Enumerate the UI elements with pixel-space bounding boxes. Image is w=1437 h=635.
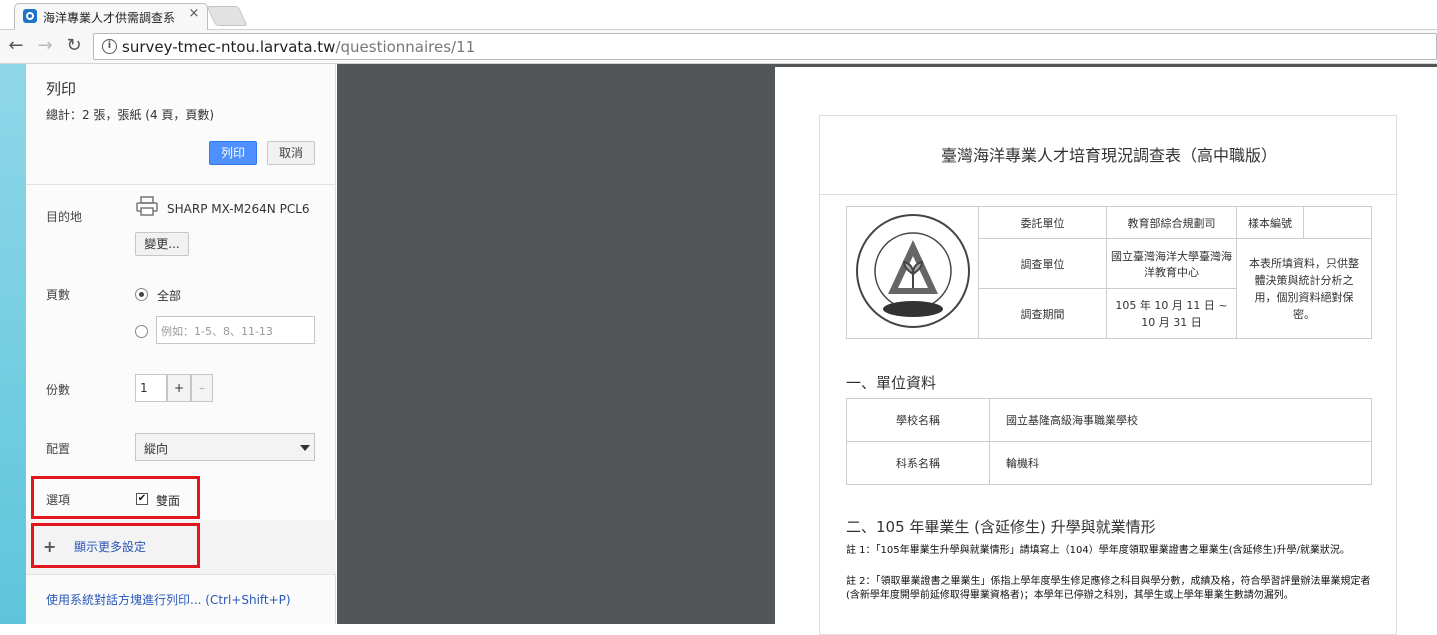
pages-label: 頁數: [46, 288, 71, 302]
print-summary: 總計：2 張，張紙 (4 頁，頁數): [46, 108, 215, 122]
divider: [26, 184, 336, 185]
commission-label: 委託單位: [978, 206, 1107, 239]
tab-title: 海洋專業人才供需調查系: [43, 11, 176, 25]
more-settings-link[interactable]: 顯示更多設定: [74, 538, 146, 555]
layout-value: 縱向: [144, 442, 169, 456]
back-arrow-icon[interactable]: ←: [5, 35, 27, 57]
pages-all-label: 全部: [157, 289, 182, 303]
options-label: 選項: [46, 493, 71, 507]
pages-range-input[interactable]: 例如：1-5、8、11-13: [156, 316, 315, 344]
duplex-checkbox[interactable]: ✔: [136, 493, 148, 505]
survey-document: 臺灣海洋專業人才培育現況調查表（高中職版） 委託單位 教育部綜合規劃司 樣本編號…: [819, 115, 1398, 635]
preview-page: 臺灣海洋專業人才培育現況調查表（高中職版） 委託單位 教育部綜合規劃司 樣本編號…: [775, 67, 1437, 635]
note-2: 註 2：「領取畢業證書之畢業生」係指上學年度學生修足應修之科目與學分數，成績及格…: [846, 576, 1371, 601]
school-label: 學校名稱: [846, 398, 990, 442]
plus-icon: +: [43, 537, 57, 556]
layout-select[interactable]: 縱向: [135, 433, 315, 461]
copies-decrement-button[interactable]: –: [191, 374, 213, 402]
commission-value: 教育部綜合規劃司: [1106, 206, 1237, 239]
info-icon[interactable]: i: [102, 39, 117, 54]
document-title: 臺灣海洋專業人才培育現況調查表（高中職版）: [940, 146, 1277, 165]
survey-unit-label: 調查單位: [978, 238, 1107, 289]
survey-unit-value: 國立臺灣海洋大學臺灣海洋教育中心: [1106, 238, 1237, 289]
change-destination-button[interactable]: 變更...: [135, 232, 189, 256]
divider: [820, 194, 1398, 195]
url-host: survey-tmec-ntou.larvata.tw: [122, 38, 336, 56]
school-value: 國立基隆高級海事職業學校: [989, 398, 1372, 442]
site-favicon-icon: [23, 9, 37, 23]
note-1: 註 1：「105年畢業生升學與就業情形」請填寫上（104）學年度領取畢業證書之畢…: [846, 545, 1350, 556]
tab-strip: 海洋專業人才供需調查系 ×: [0, 0, 1437, 30]
period-value: 105 年 10 月 11 日 ~ 10 月 31 日: [1106, 288, 1237, 339]
sample-value: [1303, 206, 1372, 239]
cancel-button[interactable]: 取消: [267, 141, 315, 165]
url-path: /questionnaires/11: [335, 38, 476, 56]
address-bar[interactable]: i survey-tmec-ntou.larvata.tw/questionna…: [93, 33, 1437, 60]
confidentiality-note: 本表所填資料，只供整體決策與統計分析之用，個別資料絕對保密。: [1236, 238, 1372, 339]
desktop-edge: [0, 64, 26, 624]
sample-label: 樣本編號: [1236, 206, 1304, 239]
printer-name: SHARP MX-M264N PCL6: [167, 202, 310, 216]
new-tab-button[interactable]: [206, 6, 248, 26]
printer-icon: [136, 196, 158, 216]
browser-toolbar: ← → ↻ i survey-tmec-ntou.larvata.tw/ques…: [0, 30, 1437, 64]
close-tab-icon[interactable]: ×: [187, 6, 201, 22]
browser-tab[interactable]: 海洋專業人才供需調查系 ×: [14, 3, 208, 30]
destination-label: 目的地: [46, 210, 83, 224]
ministry-seal-logo: [855, 214, 970, 328]
system-dialog-link[interactable]: 使用系統對話方塊進行列印... (Ctrl+Shift+P): [46, 591, 291, 608]
print-title: 列印: [46, 80, 77, 98]
section-graduates-heading: 二、105 年畢業生 (含延修生) 升學與就業情形: [846, 518, 1156, 536]
dept-value: 輪機科: [989, 441, 1372, 485]
period-label: 調查期間: [978, 288, 1107, 339]
url-text: survey-tmec-ntou.larvata.tw/questionnair…: [122, 38, 475, 56]
layout-label: 配置: [46, 442, 71, 456]
section-unit-heading: 一、單位資料: [846, 374, 937, 392]
copies-label: 份數: [46, 383, 71, 397]
seal-cell: [846, 206, 979, 339]
copies-input[interactable]: 1: [135, 374, 167, 402]
chevron-down-icon: [300, 445, 310, 451]
print-preview-area: 臺灣海洋專業人才培育現況調查表（高中職版） 委託單位 教育部綜合規劃司 樣本編號…: [337, 64, 1437, 635]
info-table: 委託單位 教育部綜合規劃司 樣本編號 調查單位 國立臺灣海洋大學臺灣海洋教育中心…: [846, 206, 1372, 339]
divider: [26, 574, 336, 575]
duplex-label: 雙面: [156, 494, 181, 508]
copies-increment-button[interactable]: +: [167, 374, 191, 402]
reload-icon[interactable]: ↻: [63, 35, 85, 57]
pages-all-radio[interactable]: [135, 288, 148, 301]
forward-arrow-icon[interactable]: →: [34, 35, 56, 57]
dept-label: 科系名稱: [846, 441, 990, 485]
unit-table: 學校名稱 國立基隆高級海事職業學校 科系名稱 輪機科: [846, 398, 1372, 485]
print-button[interactable]: 列印: [209, 141, 257, 165]
pages-custom-radio[interactable]: [135, 325, 148, 338]
print-settings-panel: 列印 總計：2 張，張紙 (4 頁，頁數) 列印 取消 目的地 SHARP MX…: [26, 64, 336, 624]
